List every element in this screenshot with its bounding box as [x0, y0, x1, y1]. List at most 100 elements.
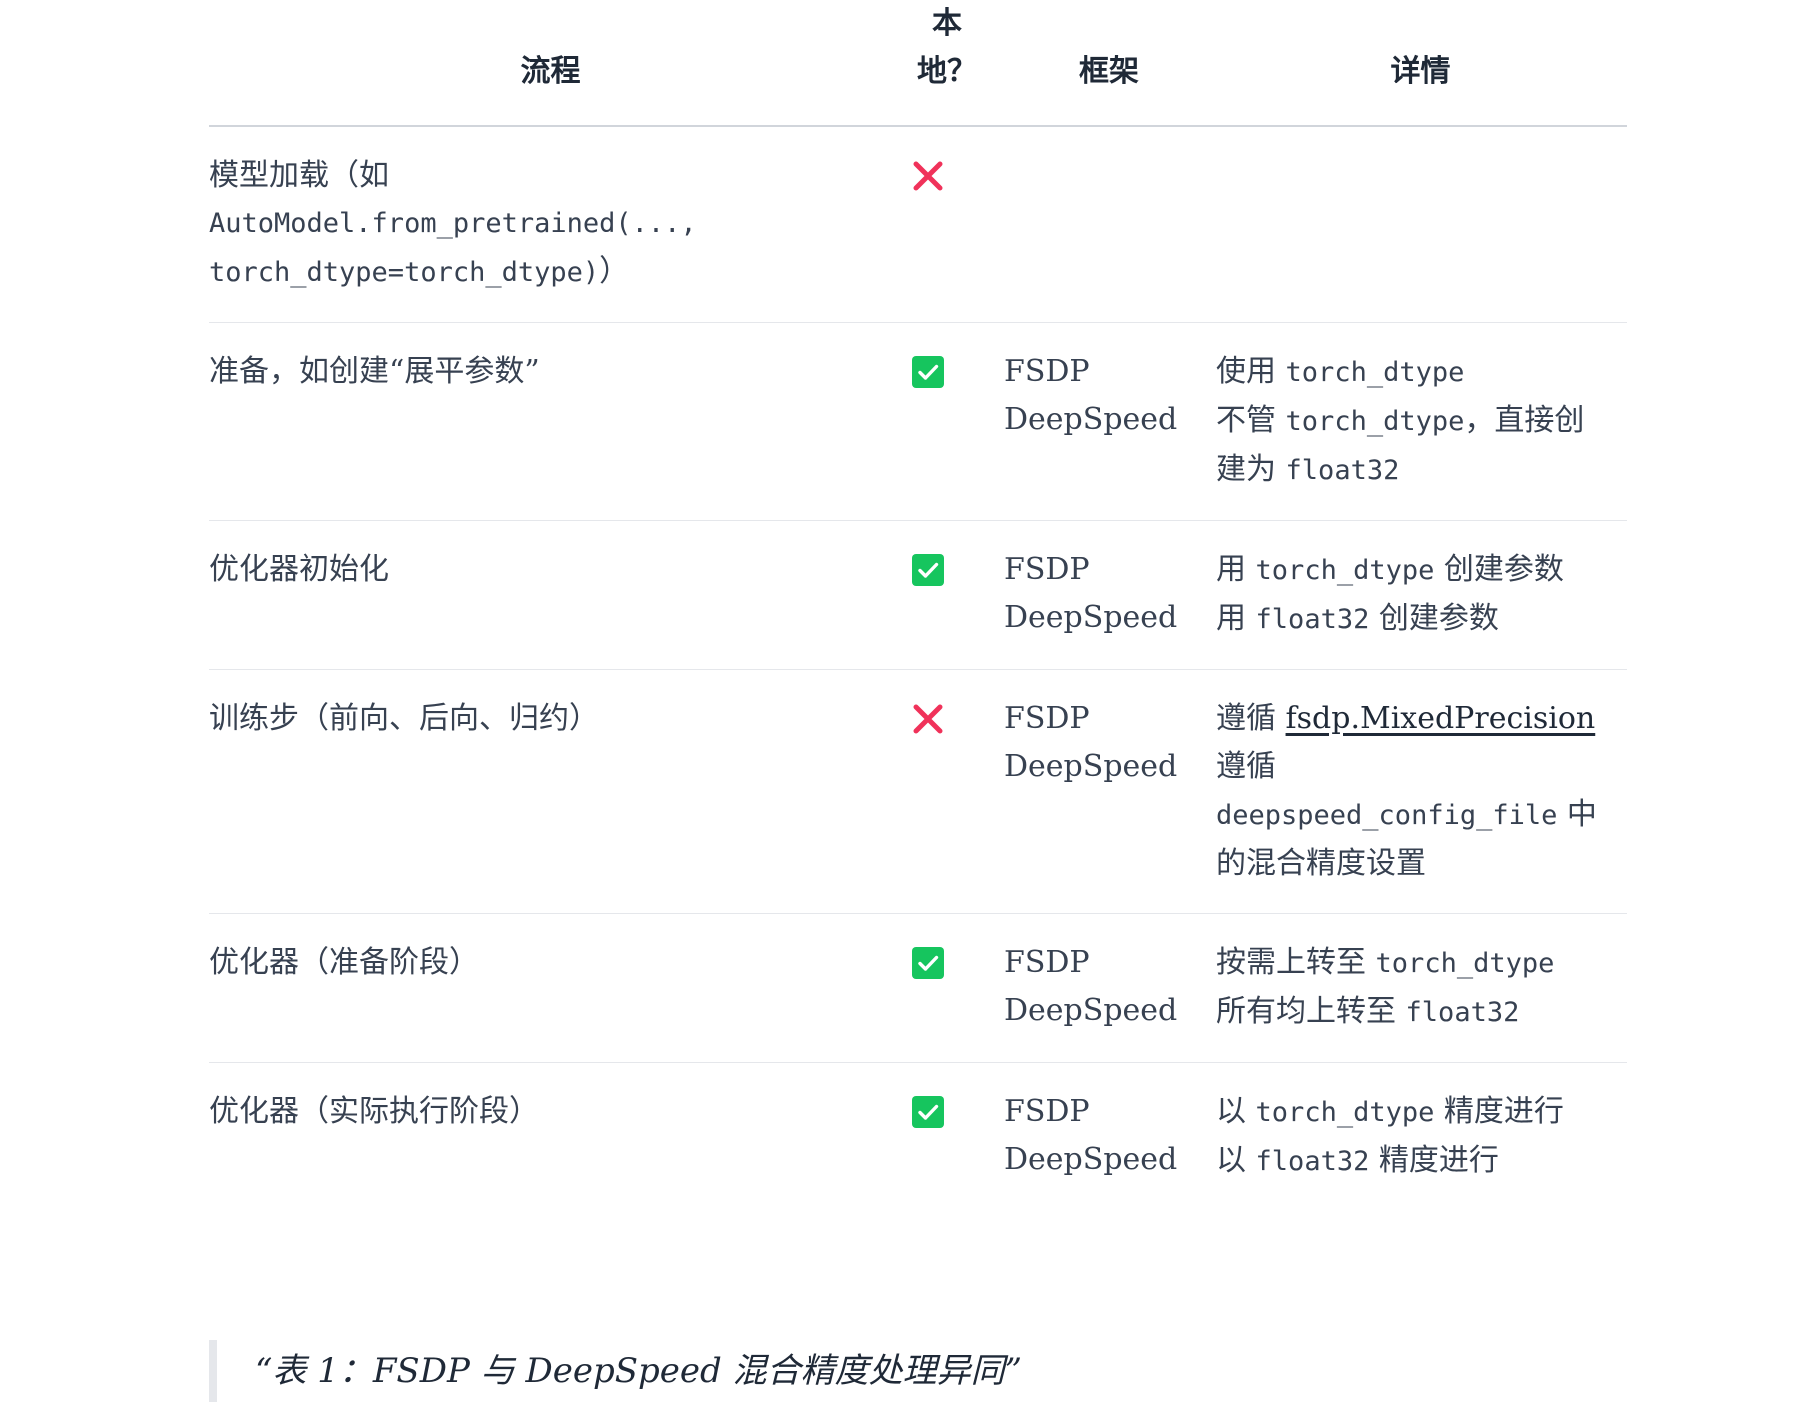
- framework-name: FSDP: [1004, 552, 1090, 587]
- details-text: 不管: [1216, 403, 1286, 438]
- header-framework: 框架: [1004, 0, 1214, 127]
- details-code: torch_dtype: [1255, 555, 1435, 586]
- cell-local: [892, 1063, 1004, 1212]
- framework-name: FSDP: [1004, 945, 1090, 980]
- cell-local: [892, 913, 1004, 1063]
- details-text: 所有均上转至: [1216, 994, 1406, 1029]
- table-row: 准备，如创建“展平参数” FSDP DeepSpeed 使用 torch_dtype 不…: [209, 322, 1627, 521]
- table-caption: “表 1：FSDP 与 DeepSpeed 混合精度处理异同”: [209, 1340, 1022, 1402]
- framework-name: DeepSpeed: [1004, 600, 1178, 635]
- details-code: torch_dtype: [1255, 1097, 1435, 1128]
- header-local: 本 地？: [892, 0, 1004, 127]
- cell-framework: FSDP DeepSpeed: [1004, 913, 1214, 1063]
- framework-name: DeepSpeed: [1004, 993, 1178, 1028]
- process-code: torch_dtype=torch_dtype): [209, 257, 600, 288]
- cell-process: 准备，如创建“展平参数”: [209, 322, 892, 521]
- framework-name: DeepSpeed: [1004, 1142, 1178, 1177]
- header-process: 流程: [209, 0, 892, 127]
- details-line: 建为 float32: [1216, 446, 1627, 495]
- process-paren: ）: [599, 254, 630, 289]
- details-line: 不管 torch_dtype，直接创: [1216, 397, 1627, 446]
- details-line: 所有均上转至 float32: [1216, 988, 1627, 1037]
- cross-icon: [912, 160, 944, 192]
- details-text: 精度进行: [1434, 1094, 1564, 1129]
- cell-local: [892, 126, 1004, 323]
- cell-local: [892, 322, 1004, 521]
- details-text: 创建参数: [1369, 601, 1499, 636]
- cell-framework: [1004, 126, 1214, 323]
- details-line: 按需上转至 torch_dtype: [1216, 939, 1627, 988]
- process-line: 优化器（准备阶段）: [209, 945, 479, 980]
- details-line: 用 torch_dtype 创建参数: [1216, 546, 1627, 595]
- process-line: 训练步（前向、后向、归约）: [209, 701, 599, 736]
- cell-process: 优化器（实际执行阶段）: [209, 1063, 892, 1212]
- details-code: torch_dtype: [1285, 357, 1465, 388]
- header-local-line1: 本: [932, 6, 962, 41]
- details-line: deepspeed_config_file 中: [1216, 791, 1627, 840]
- cell-framework: FSDP DeepSpeed: [1004, 669, 1214, 914]
- cell-details: 使用 torch_dtype 不管 torch_dtype，直接创 建为 float…: [1214, 322, 1627, 521]
- details-text: 创建参数: [1434, 552, 1564, 587]
- details-text: 使用: [1216, 354, 1286, 389]
- check-box-icon: [912, 356, 944, 388]
- table-row: 优化器（准备阶段） FSDP DeepSpeed 按需上转至 torch_dtype 所…: [209, 913, 1627, 1063]
- cell-framework: FSDP DeepSpeed: [1004, 520, 1214, 670]
- process-line: 优化器（实际执行阶段）: [209, 1094, 539, 1129]
- framework-name: DeepSpeed: [1004, 402, 1178, 437]
- framework-name: FSDP: [1004, 701, 1090, 736]
- details-text: 中: [1557, 797, 1597, 832]
- cell-process: 模型加载（如 AutoModel.from_pretrained(...,torc…: [209, 126, 892, 323]
- table-row: 模型加载（如 AutoModel.from_pretrained(...,torc…: [209, 126, 1627, 323]
- table-row: 优化器（实际执行阶段） FSDP DeepSpeed 以 torch_dtype 精度…: [209, 1063, 1627, 1212]
- details-text: 精度进行: [1369, 1143, 1499, 1178]
- check-box-icon: [912, 947, 944, 979]
- header-details: 详情: [1214, 0, 1627, 127]
- details-code: float32: [1405, 997, 1520, 1028]
- details-text: 用: [1216, 601, 1256, 636]
- details-line: 遵循 fsdp.MixedPrecision: [1216, 695, 1627, 743]
- details-text: 按需上转至: [1216, 945, 1376, 980]
- check-box-icon: [912, 1096, 944, 1128]
- cell-local: [892, 520, 1004, 670]
- cell-local: [892, 669, 1004, 914]
- process-line: AutoModel.from_pretrained(...,: [209, 208, 697, 239]
- cell-details: 遵循 fsdp.MixedPrecision 遵循 deepspeed_config…: [1214, 669, 1627, 914]
- details-line: 以 float32 精度进行: [1216, 1137, 1627, 1186]
- cell-details: [1214, 126, 1627, 323]
- cell-process: 优化器初始化: [209, 520, 892, 670]
- details-code: float32: [1255, 1146, 1370, 1177]
- details-line: 遵循: [1216, 749, 1276, 784]
- cell-framework: FSDP DeepSpeed: [1004, 1063, 1214, 1212]
- process-line: torch_dtype=torch_dtype)）: [209, 248, 868, 297]
- process-line: 模型加载（如: [209, 158, 389, 193]
- table-header-row: 流程 本 地？ 框架 详情: [209, 0, 1627, 127]
- framework-name: FSDP: [1004, 354, 1090, 389]
- details-line: 以 torch_dtype 精度进行: [1216, 1088, 1627, 1137]
- cell-details: 以 torch_dtype 精度进行以 float32 精度进行: [1214, 1063, 1627, 1212]
- details-code: float32: [1285, 455, 1400, 486]
- cell-process: 训练步（前向、后向、归约）: [209, 669, 892, 914]
- table-row: 优化器初始化 FSDP DeepSpeed 用 torch_dtype 创建参数用 f…: [209, 520, 1627, 670]
- details-line: 使用 torch_dtype: [1216, 348, 1627, 397]
- cell-details: 按需上转至 torch_dtype 所有均上转至 float32: [1214, 913, 1627, 1063]
- details-text: ，直接创: [1464, 403, 1585, 438]
- details-text: 以: [1216, 1094, 1256, 1129]
- details-code: deepspeed_config_file: [1216, 800, 1558, 831]
- details-code: torch_dtype: [1285, 406, 1465, 437]
- cross-icon: [912, 703, 944, 735]
- table-row: 训练步（前向、后向、归约） FSDP DeepSpeed 遵循 fsdp.MixedP…: [209, 669, 1627, 914]
- details-code: torch_dtype: [1375, 948, 1555, 979]
- framework-name: FSDP: [1004, 1094, 1090, 1129]
- fsdp-mixed-precision-link[interactable]: fsdp.MixedPrecision: [1286, 701, 1596, 736]
- cell-process: 优化器（准备阶段）: [209, 913, 892, 1063]
- details-text: 遵循: [1216, 701, 1286, 736]
- framework-name: DeepSpeed: [1004, 749, 1178, 784]
- check-box-icon: [912, 554, 944, 586]
- details-code: float32: [1255, 604, 1370, 635]
- process-line: 优化器初始化: [209, 552, 389, 587]
- details-text: 用: [1216, 552, 1256, 587]
- header-local-line2: 地？: [917, 54, 977, 89]
- details-text: 建为: [1216, 452, 1286, 487]
- process-line: 准备，如创建“展平参数”: [209, 354, 540, 389]
- mixed-precision-table: 流程 本 地？ 框架 详情 模型加载（如 AutoModel.from_pretr…: [209, 0, 1627, 1211]
